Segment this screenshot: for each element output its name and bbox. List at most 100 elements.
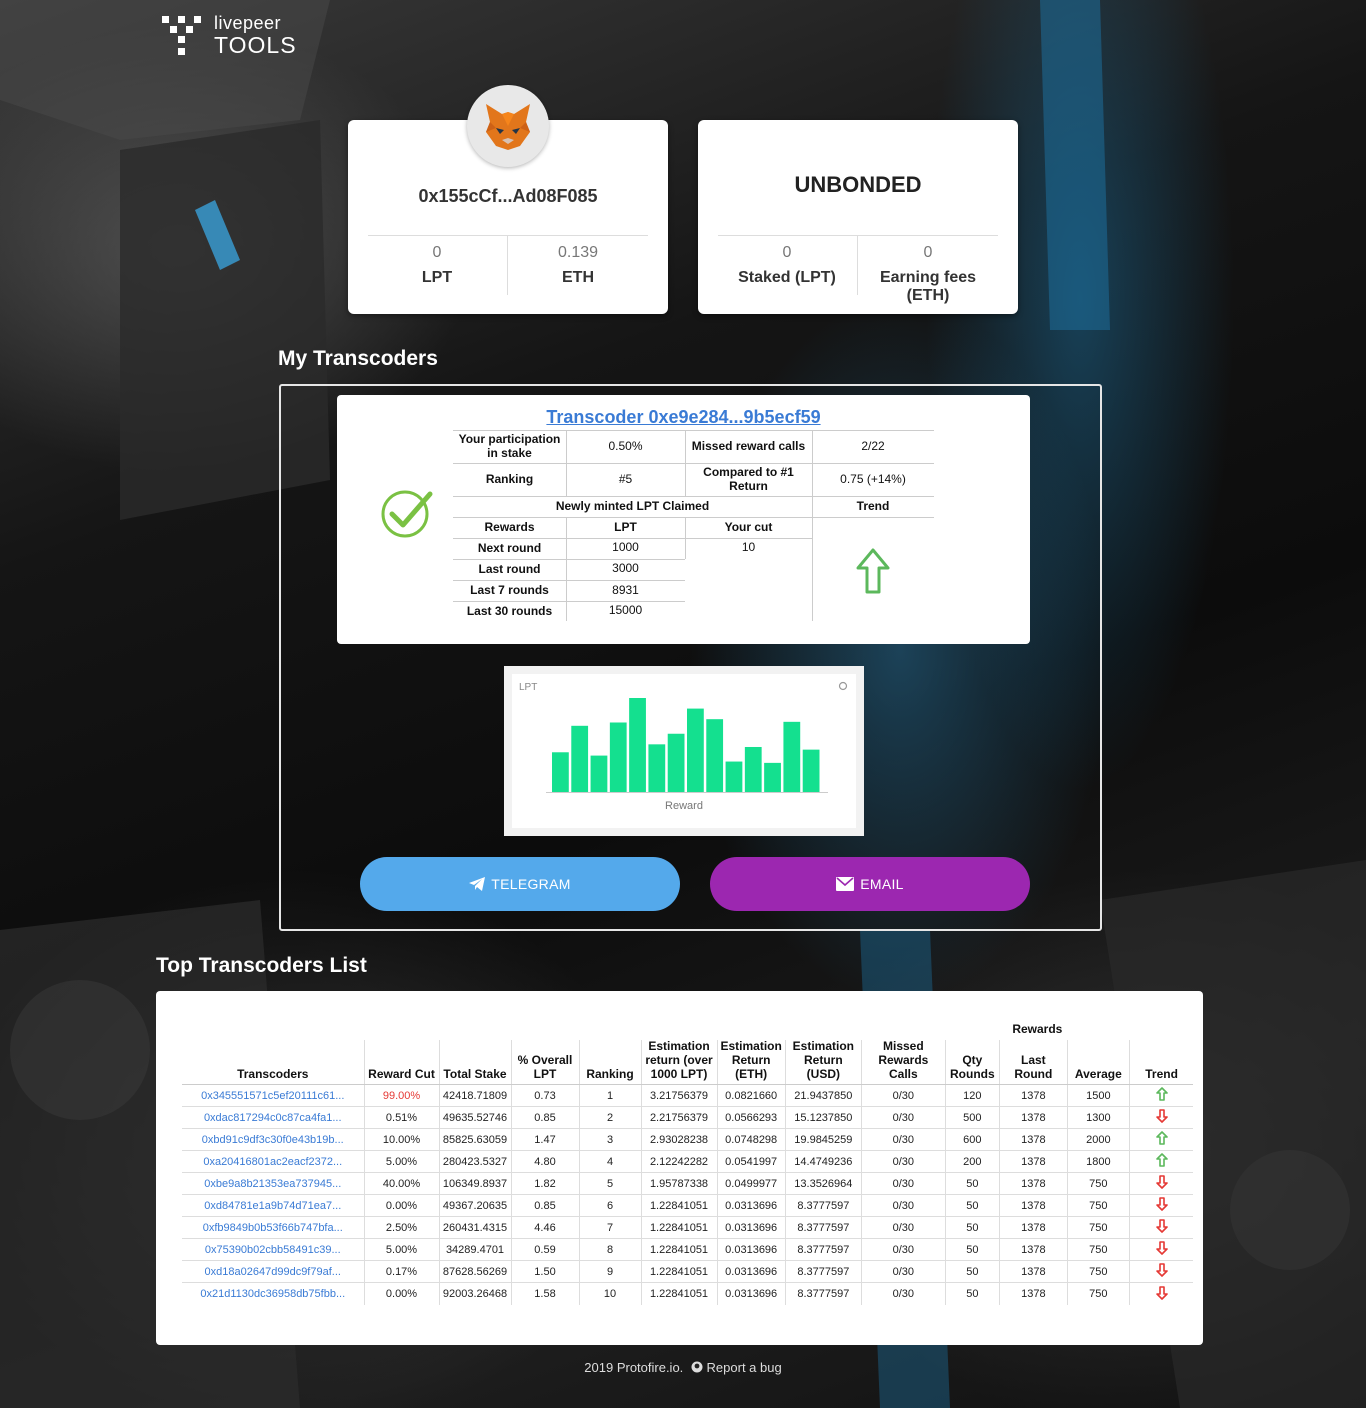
column-header: Estimation return (over 1000 LPT): [640, 1039, 717, 1086]
table-cell-cut: 0.17%: [363, 1260, 439, 1283]
email-label: EMAIL: [860, 876, 904, 892]
table-cell-eth: 0.0313696: [716, 1260, 786, 1283]
table-cell-rank: 8: [578, 1238, 641, 1261]
chart-bar[interactable]: [667, 733, 685, 792]
footer-copyright: 2019 Protofire.io.: [584, 1360, 684, 1375]
paper-plane-icon: [469, 877, 486, 891]
table-cell-missed: 0/30: [860, 1216, 946, 1239]
chart-bar[interactable]: [590, 755, 608, 792]
table-cell-avg: 750: [1066, 1172, 1130, 1195]
table-cell-eth: 0.0748298: [716, 1128, 786, 1151]
chart-bar[interactable]: [706, 719, 724, 792]
reward-chart: LPT Reward: [504, 666, 864, 836]
report-bug-link[interactable]: Report a bug: [707, 1360, 782, 1375]
column-header: Last Round: [998, 1040, 1068, 1086]
table-cell-rank: 6: [578, 1194, 641, 1217]
card-divider: [368, 235, 648, 236]
reward-row-lpt: 1000: [612, 539, 639, 554]
chart-xlabel: Reward: [665, 800, 703, 812]
table-cell-cut: 5.00%: [363, 1238, 439, 1261]
stat-lpt-value: 0: [432, 244, 442, 261]
bond-card: UNBONDED 0 Staked (LPT) 0 Earning fees (…: [698, 120, 1018, 314]
stat-fees-label: Earning fees (ETH): [879, 269, 977, 304]
table-cell-stake: 49367.20635: [438, 1194, 511, 1217]
chart-bar[interactable]: [725, 761, 743, 792]
table-row[interactable]: 0xbd91c9df3c30f0e43b19b... 10.00% 85825.63…: [182, 1128, 1194, 1151]
table-cell-missed: 0/30: [860, 1150, 946, 1173]
chart-bar[interactable]: [744, 746, 762, 792]
transcoder-link[interactable]: Transcoder 0xe9e284...9b5ecf59: [337, 407, 1030, 428]
transcoder-address-link[interactable]: 0xbe9a8b21353ea737945...: [182, 1172, 364, 1195]
telegram-button[interactable]: TELEGRAM: [360, 857, 680, 911]
chart-bar[interactable]: [609, 722, 627, 792]
reward-row-lpt: 3000: [612, 560, 639, 575]
table-cell-eth: 0.0821660: [716, 1084, 786, 1107]
transcoder-address-link[interactable]: 0xd18a02647d99dc9f79af...: [182, 1260, 364, 1283]
table-cell-missed: 0/30: [860, 1128, 946, 1151]
table-cell-est: 1.95787338: [640, 1172, 717, 1195]
logo-text: livepeer TOOLS: [214, 14, 297, 57]
table-cell-overall: 1.50: [510, 1260, 579, 1283]
table-cell-avg: 750: [1066, 1260, 1130, 1283]
minted-label: Newly minted LPT Claimed: [555, 498, 710, 513]
reward-row-label: Last 30 rounds: [466, 603, 553, 618]
table-cell-est: 1.22841051: [640, 1216, 717, 1239]
chart-bar[interactable]: [802, 749, 820, 792]
email-button[interactable]: EMAIL: [710, 857, 1030, 911]
table-cell-trend: [1128, 1128, 1194, 1151]
column-header: % Overall LPT: [510, 1040, 579, 1086]
arrow-up-icon: [1155, 1153, 1168, 1168]
ranking-value: #5: [618, 471, 633, 486]
table-cell-usd: 8.3777597: [784, 1238, 862, 1261]
chart-bar[interactable]: [764, 762, 781, 792]
table-row[interactable]: 0xbe9a8b21353ea737945... 40.00% 106349.893…: [182, 1172, 1194, 1195]
table-row[interactable]: 0x345551571c5ef20111c61... 99.00% 42418.71…: [182, 1084, 1194, 1107]
table-row[interactable]: 0xd18a02647d99dc9f79af... 0.17% 87628.5626…: [182, 1260, 1194, 1283]
chart-bar[interactable]: [571, 725, 589, 792]
table-cell-est: 1.22841051: [640, 1282, 717, 1305]
transcoder-address-link[interactable]: 0xdac817294c0c87ca4fa1...: [182, 1106, 364, 1129]
column-header: Estimation Return (ETH): [716, 1039, 786, 1086]
chart-bar[interactable]: [629, 698, 646, 792]
transcoder-address-link[interactable]: 0xfb9849b0b53f66b747bfa...: [182, 1216, 364, 1239]
table-cell-eth: 0.0313696: [716, 1216, 786, 1239]
table-cell-last: 1378: [998, 1150, 1068, 1173]
table-cell-qty: 500: [944, 1106, 1000, 1129]
telegram-label: TELEGRAM: [491, 876, 571, 892]
table-row[interactable]: 0xdac817294c0c87ca4fa1... 0.51% 49635.5274…: [182, 1106, 1194, 1129]
stat-fees-value: 0: [923, 244, 933, 261]
table-cell-cut: 99.00%: [363, 1084, 439, 1107]
table-cell-stake: 87628.56269: [438, 1260, 511, 1283]
chart-bar[interactable]: [648, 744, 666, 792]
transcoder-address-link[interactable]: 0x345551571c5ef20111c61...: [182, 1084, 364, 1107]
github-icon[interactable]: [691, 1361, 703, 1373]
transcoder-address-link[interactable]: 0x21d1130dc36958db75fbb...: [182, 1282, 364, 1305]
app-logo[interactable]: livepeer TOOLS: [160, 14, 297, 58]
table-row[interactable]: 0xd84781e1a9b74d71ea7... 0.00% 49367.20635…: [182, 1194, 1194, 1217]
column-header: Total Stake: [438, 1040, 511, 1086]
table-cell-qty: 50: [944, 1216, 1000, 1239]
table-row[interactable]: 0xa20416801ac2eacf2372... 5.00% 280423.532…: [182, 1150, 1194, 1173]
table-row[interactable]: 0xfb9849b0b53f66b747bfa... 2.50% 260431.43…: [182, 1216, 1194, 1239]
table-row[interactable]: 0x75390b02cbb58491c39... 5.00% 34289.4701 0…: [182, 1238, 1194, 1261]
transcoder-address-link[interactable]: 0xd84781e1a9b74d71ea7...: [182, 1194, 364, 1217]
rewards-label: Rewards: [484, 519, 535, 534]
table-cell-overall: 0.85: [510, 1194, 579, 1217]
account-address[interactable]: 0x155cCf...Ad08F085: [348, 186, 668, 207]
stat-lpt: 0 LPT: [367, 244, 507, 287]
table-cell-est: 3.21756379: [640, 1084, 717, 1107]
table-cell-missed: 0/30: [860, 1194, 946, 1217]
table-cell-stake: 106349.8937: [438, 1172, 511, 1195]
table-row[interactable]: 0x21d1130dc36958db75fbb... 0.00% 92003.264…: [182, 1282, 1194, 1305]
transcoder-address-link[interactable]: 0xbd91c9df3c30f0e43b19b...: [182, 1128, 364, 1151]
transcoder-address-link[interactable]: 0xa20416801ac2eacf2372...: [182, 1150, 364, 1173]
participation-value: 0.50%: [608, 438, 643, 453]
chart-bar[interactable]: [783, 721, 801, 792]
reward-row-label: Next round: [477, 540, 542, 555]
transcoder-address-link[interactable]: 0x75390b02cbb58491c39...: [182, 1238, 364, 1261]
table-cell-usd: 8.3777597: [784, 1194, 862, 1217]
table-cell-est: 2.12242282: [640, 1150, 717, 1173]
table-cell-usd: 13.3526964: [784, 1172, 862, 1195]
chart-bar[interactable]: [552, 752, 569, 792]
chart-bar[interactable]: [687, 708, 704, 792]
